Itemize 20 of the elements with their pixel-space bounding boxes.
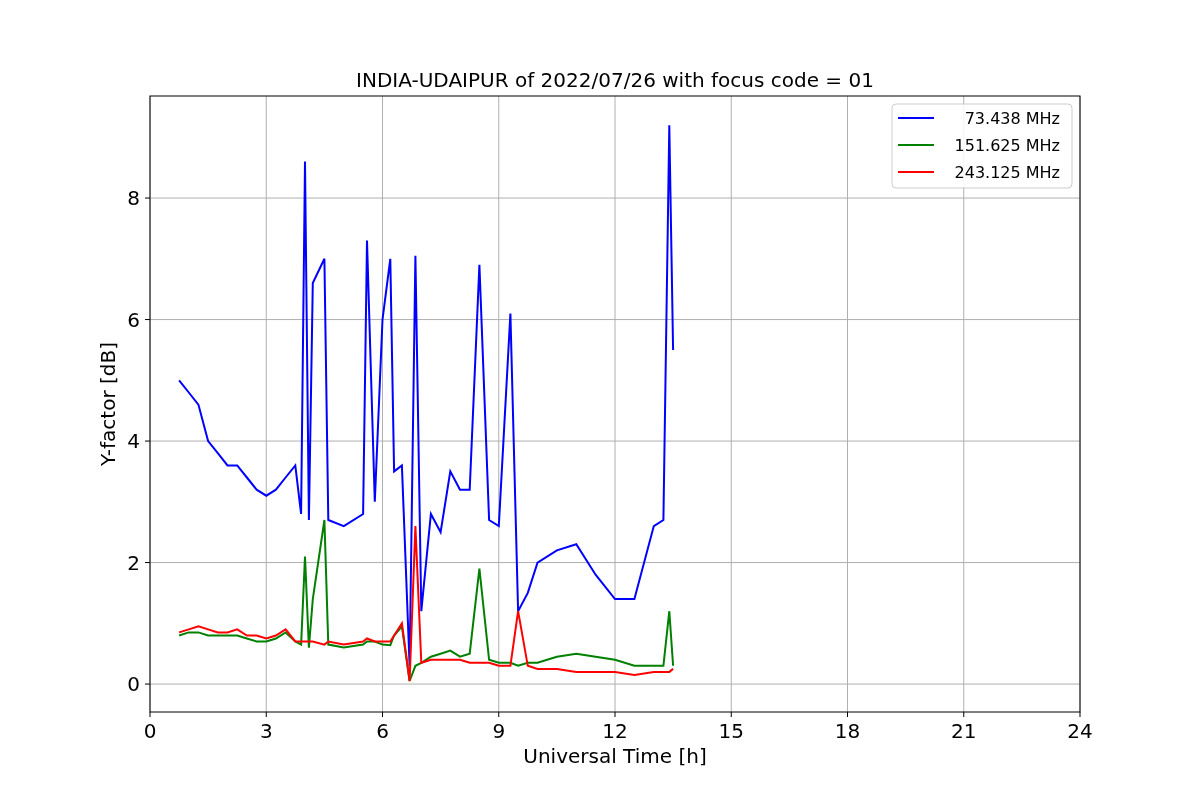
- axis-title: Y-factor [dB]: [96, 342, 120, 466]
- legend-label: 243.125 MHz: [954, 163, 1060, 182]
- legend-label: 73.438 MHz: [964, 109, 1060, 128]
- tick-label: 6: [376, 719, 389, 743]
- tick-label: 18: [834, 719, 861, 743]
- chart-title: INDIA-UDAIPUR of 2022/07/26 with focus code = 01: [356, 68, 874, 92]
- tick-label: 12: [602, 719, 628, 743]
- tick-label: 0: [143, 719, 157, 743]
- tick-label: 15: [718, 719, 744, 743]
- tick-label: 6: [127, 307, 140, 332]
- tick-label: 4: [127, 429, 140, 454]
- tick-label: 8: [127, 186, 140, 211]
- tick-label: 9: [492, 719, 506, 743]
- tick-label: 2: [127, 550, 140, 575]
- tick-label: 3: [259, 719, 273, 743]
- tick-label: 21: [951, 719, 977, 743]
- tick-label: 0: [127, 672, 140, 697]
- axis-title: Universal Time [h]: [523, 744, 707, 768]
- tick-label: 24: [1067, 719, 1093, 743]
- legend-label: 151.625 MHz: [954, 136, 1060, 155]
